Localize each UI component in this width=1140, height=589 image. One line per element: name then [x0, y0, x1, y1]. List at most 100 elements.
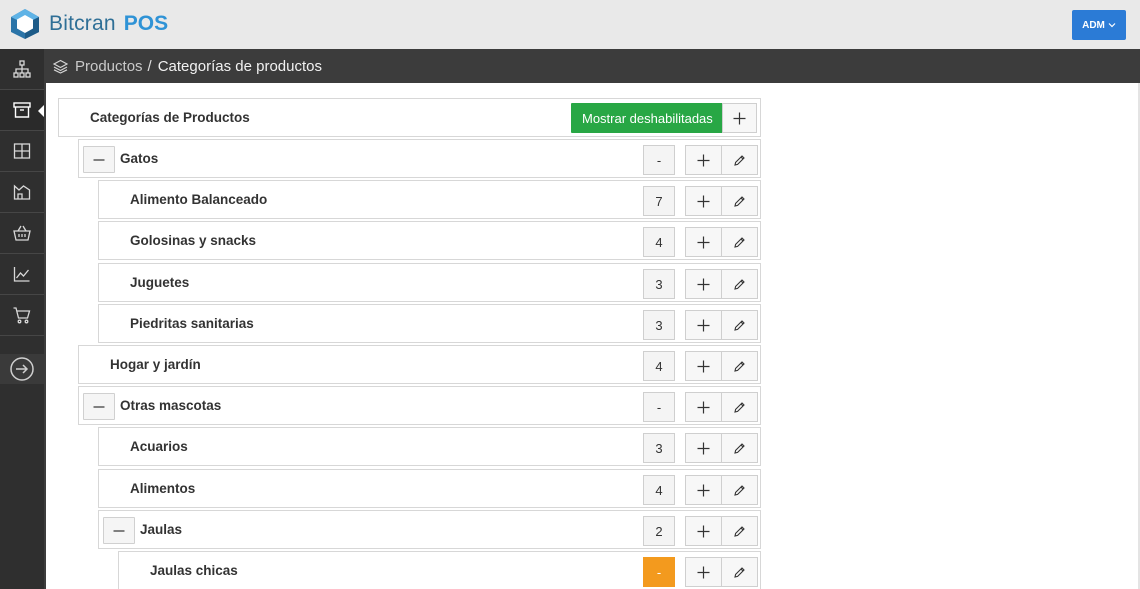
breadcrumb: Productos / Categorías de productos: [44, 49, 1140, 83]
category-row: Hogar y jardín 4: [78, 345, 761, 384]
user-menu-button[interactable]: ADM: [1072, 10, 1126, 40]
sidebar-item-grid[interactable]: [0, 131, 44, 172]
edit-category-button[interactable]: [721, 392, 758, 422]
row-actions: [685, 475, 758, 505]
pencil-icon: [734, 319, 745, 331]
brand-logo[interactable]: Bitcran POS: [10, 8, 168, 40]
archive-icon: [13, 102, 31, 118]
product-count-badge: -: [643, 557, 675, 587]
sidebar-item-reports[interactable]: [0, 254, 44, 295]
pencil-icon: [734, 154, 745, 166]
add-subcategory-button[interactable]: [685, 433, 722, 463]
add-subcategory-button[interactable]: [685, 516, 722, 546]
product-count-badge: -: [643, 145, 675, 175]
category-row: Golosinas y snacks 4: [98, 221, 761, 260]
plus-icon: [697, 484, 710, 496]
product-count-badge: 2: [643, 516, 675, 546]
chevron-down-icon: [1108, 23, 1116, 28]
add-subcategory-button[interactable]: [685, 392, 722, 422]
breadcrumb-link-products[interactable]: Productos: [75, 58, 143, 75]
plus-icon: [697, 195, 710, 207]
plus-icon: [733, 112, 746, 124]
collapse-toggle-button[interactable]: [83, 146, 115, 173]
pencil-icon: [734, 195, 745, 207]
minus-icon: [93, 158, 105, 161]
category-label: Otras mascotas: [120, 398, 222, 413]
plus-icon: [697, 525, 710, 537]
pencil-icon: [734, 278, 745, 290]
row-actions: [685, 392, 758, 422]
plus-icon: [697, 154, 710, 166]
category-row: Piedritas sanitarias 3: [98, 304, 761, 343]
sidebar: [0, 49, 44, 589]
pencil-icon: [734, 566, 745, 578]
sidebar-item-sitemap[interactable]: [0, 49, 44, 90]
pencil-icon: [734, 360, 745, 372]
product-count-badge: 4: [643, 351, 675, 381]
edit-category-button[interactable]: [721, 516, 758, 546]
product-count-badge: -: [643, 392, 675, 422]
category-row: Juguetes 3: [98, 263, 761, 302]
add-subcategory-button[interactable]: [685, 227, 722, 257]
sidebar-exit-button[interactable]: [0, 354, 44, 384]
edit-category-button[interactable]: [721, 186, 758, 216]
category-label: Hogar y jardín: [110, 357, 201, 372]
edit-category-button[interactable]: [721, 145, 758, 175]
add-root-category-button[interactable]: [722, 103, 757, 133]
category-row: Alimentos 4: [98, 469, 761, 508]
breadcrumb-current: Categorías de productos: [157, 57, 322, 75]
minus-icon: [113, 529, 125, 532]
product-count-badge: 4: [643, 227, 675, 257]
plus-icon: [697, 401, 710, 413]
cart-icon: [13, 307, 31, 324]
basket-icon: [13, 225, 31, 241]
collapse-toggle-button[interactable]: [83, 393, 115, 420]
sidebar-item-warehouse[interactable]: [0, 172, 44, 213]
add-subcategory-button[interactable]: [685, 557, 722, 587]
edit-category-button[interactable]: [721, 475, 758, 505]
add-subcategory-button[interactable]: [685, 269, 722, 299]
add-subcategory-button[interactable]: [685, 310, 722, 340]
edit-category-button[interactable]: [721, 433, 758, 463]
minus-icon: [93, 405, 105, 408]
category-label: Juguetes: [130, 275, 190, 290]
row-actions: [685, 516, 758, 546]
breadcrumb-separator: /: [147, 57, 152, 75]
row-actions: [685, 145, 758, 175]
category-label: Alimento Balanceado: [130, 192, 268, 207]
add-subcategory-button[interactable]: [685, 351, 722, 381]
arrow-circle-right-icon: [10, 357, 34, 381]
sidebar-item-products[interactable]: [0, 90, 44, 131]
category-row: Jaulas 2: [98, 510, 761, 549]
brand-product: POS: [123, 12, 169, 35]
add-subcategory-button[interactable]: [685, 475, 722, 505]
panel-header: Categorías de Productos Mostrar deshabil…: [58, 98, 761, 137]
row-actions: [685, 433, 758, 463]
product-count-badge: 3: [643, 433, 675, 463]
edit-category-button[interactable]: [721, 351, 758, 381]
row-actions: [685, 227, 758, 257]
edit-category-button[interactable]: [721, 557, 758, 587]
edit-category-button[interactable]: [721, 269, 758, 299]
pencil-icon: [734, 442, 745, 454]
category-label: Golosinas y snacks: [130, 233, 257, 248]
pencil-icon: [734, 236, 745, 248]
edit-category-button[interactable]: [721, 310, 758, 340]
collapse-toggle-button[interactable]: [103, 517, 135, 544]
show-disabled-button[interactable]: Mostrar deshabilitadas: [571, 103, 724, 133]
plus-icon: [697, 236, 710, 248]
edit-category-button[interactable]: [721, 227, 758, 257]
sidebar-item-cart[interactable]: [0, 295, 44, 336]
pencil-icon: [734, 401, 745, 413]
category-label: Jaulas chicas: [150, 563, 238, 578]
sidebar-item-basket[interactable]: [0, 213, 44, 254]
row-actions: [685, 351, 758, 381]
product-count-badge: 3: [643, 310, 675, 340]
warehouse-icon: [13, 184, 31, 200]
add-subcategory-button[interactable]: [685, 186, 722, 216]
row-actions: [685, 557, 758, 587]
pencil-icon: [734, 484, 745, 496]
add-subcategory-button[interactable]: [685, 145, 722, 175]
row-actions: [685, 310, 758, 340]
product-count-badge: 7: [643, 186, 675, 216]
